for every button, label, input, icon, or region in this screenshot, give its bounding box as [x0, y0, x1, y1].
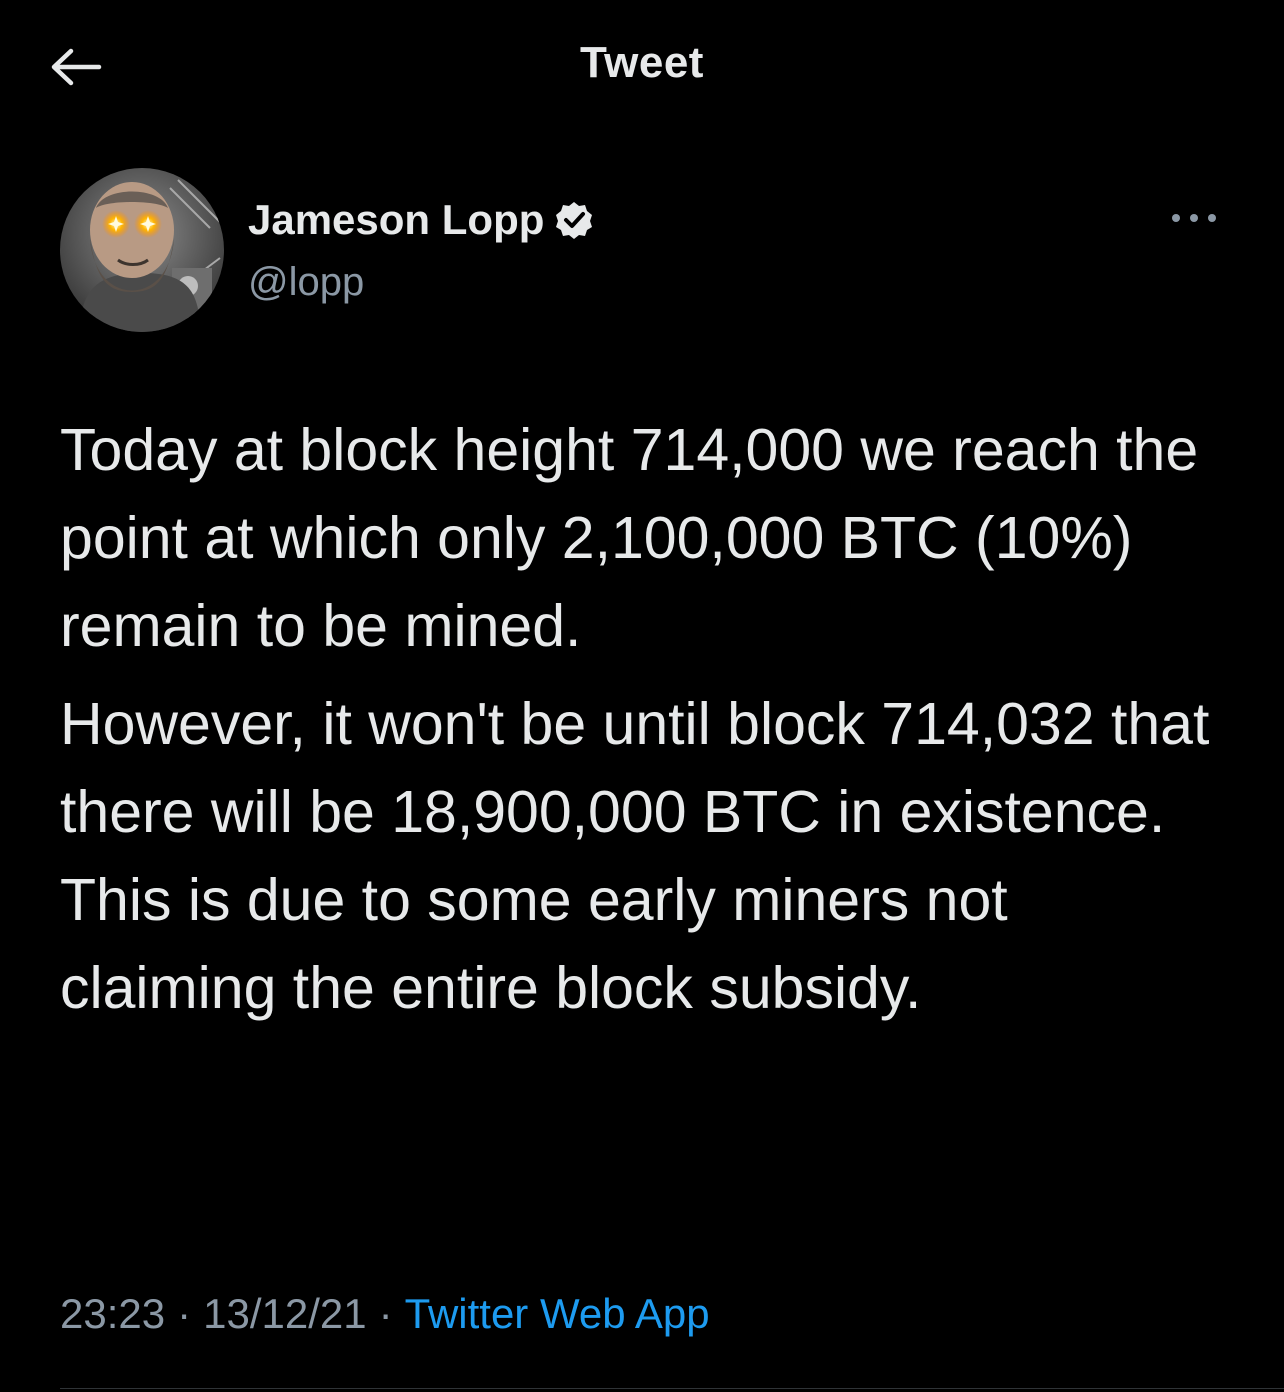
- more-options-button[interactable]: [1164, 198, 1224, 238]
- top-bar: Tweet: [0, 0, 1284, 130]
- tweet-paragraph-2: However, it won't be until block 714,032…: [60, 691, 1210, 1021]
- tweet-author: Jameson Lopp @lopp: [60, 168, 1224, 338]
- verified-badge-icon: [556, 202, 593, 239]
- tweet-source-link[interactable]: Twitter Web App: [405, 1290, 710, 1337]
- meta-separator: ·: [177, 1290, 192, 1337]
- author-name-row[interactable]: Jameson Lopp: [248, 196, 594, 244]
- author-display-name: Jameson Lopp: [248, 196, 545, 243]
- more-horizontal-icon: [1172, 214, 1216, 222]
- tweet-metadata: 23:23 · 13/12/21 · Twitter Web App: [60, 1290, 710, 1338]
- avatar[interactable]: [60, 168, 224, 332]
- tweet-date[interactable]: 13/12/21: [203, 1290, 367, 1337]
- tweet-text: Today at block height 714,000 we reach t…: [60, 406, 1230, 1032]
- tweet-paragraph-1: Today at block height 714,000 we reach t…: [60, 417, 1199, 659]
- page-title: Tweet: [580, 38, 704, 87]
- avatar-image: [60, 168, 224, 332]
- author-handle[interactable]: @lopp: [248, 260, 364, 305]
- meta-separator: ·: [378, 1290, 393, 1337]
- tweet-time[interactable]: 23:23: [60, 1290, 165, 1337]
- divider: [60, 1388, 1284, 1389]
